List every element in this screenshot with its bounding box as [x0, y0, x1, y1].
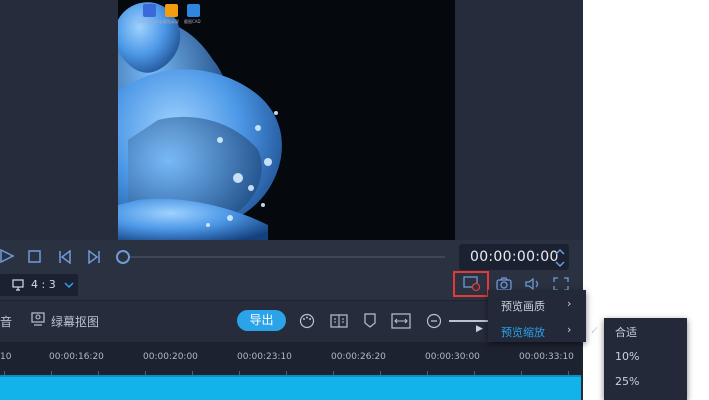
preview-settings-icon[interactable] — [463, 276, 481, 292]
menu-item-zoom-10[interactable]: 10% — [615, 350, 639, 363]
play-icon[interactable] — [0, 249, 16, 263]
menu-item-zoom-fit[interactable]: 合适 — [615, 324, 637, 340]
progress-track[interactable] — [118, 256, 445, 258]
audio-tool-label[interactable]: 音 — [0, 313, 12, 330]
aspect-ratio-value: 4 : 3 — [31, 278, 56, 291]
desktop-icons — [143, 4, 200, 17]
fit-width-icon[interactable] — [391, 313, 411, 329]
zoom-out-icon[interactable] — [426, 313, 442, 329]
tick-label: 00:00:23:10 — [237, 352, 292, 362]
timecode-stepper-icon[interactable] — [554, 247, 566, 269]
chevron-right-icon: › — [567, 297, 572, 310]
tick-label: 00:00:33:10 — [519, 352, 574, 362]
next-frame-icon[interactable] — [87, 250, 101, 264]
chevron-down-icon — [64, 282, 74, 289]
tick-label: 00:00:30:00 — [425, 352, 480, 362]
export-button[interactable]: 导出 — [237, 310, 286, 331]
play-icon: ▶ — [476, 324, 483, 334]
desktop-icon-label: 截图CAD — [184, 19, 201, 24]
chevron-right-icon: › — [567, 323, 572, 336]
monitor-icon — [12, 279, 24, 291]
check-icon: ✓ — [590, 324, 600, 337]
desktop-icon-label: a22222.png — [138, 19, 163, 24]
prev-frame-icon[interactable] — [58, 250, 72, 264]
desktop-icon-label: 截图录屏 — [163, 19, 179, 24]
volume-icon[interactable] — [525, 277, 541, 291]
palette-icon[interactable] — [299, 313, 315, 329]
fullscreen-icon[interactable] — [553, 277, 569, 291]
tick-label: 00:00:16:20 — [49, 352, 104, 362]
progress-handle[interactable] — [116, 250, 130, 264]
menu-item-zoom-25[interactable]: 25% — [615, 375, 639, 388]
video-preview[interactable]: a22222.png 截图录屏 截图CAD — [118, 0, 455, 240]
tick-label: 10 — [0, 352, 12, 362]
timecode: 00:00:00:00 — [470, 249, 559, 265]
menu-item-preview-zoom[interactable]: 预览缩放 — [501, 324, 545, 340]
camera-icon[interactable] — [496, 277, 512, 291]
video-track-clip[interactable] — [0, 377, 581, 400]
green-screen-label[interactable]: 绿幕抠图 — [51, 313, 99, 330]
zoom-slider[interactable] — [449, 320, 489, 322]
marker-icon[interactable] — [363, 313, 377, 329]
stop-icon[interactable] — [28, 250, 42, 264]
menu-item-preview-quality[interactable]: 预览画质 — [501, 298, 545, 314]
tick-label: 00:00:26:20 — [331, 352, 386, 362]
tick-label: 00:00:20:00 — [143, 352, 198, 362]
green-screen-icon[interactable] — [31, 312, 45, 326]
rose-image — [118, 0, 455, 240]
split-icon[interactable] — [330, 313, 348, 329]
